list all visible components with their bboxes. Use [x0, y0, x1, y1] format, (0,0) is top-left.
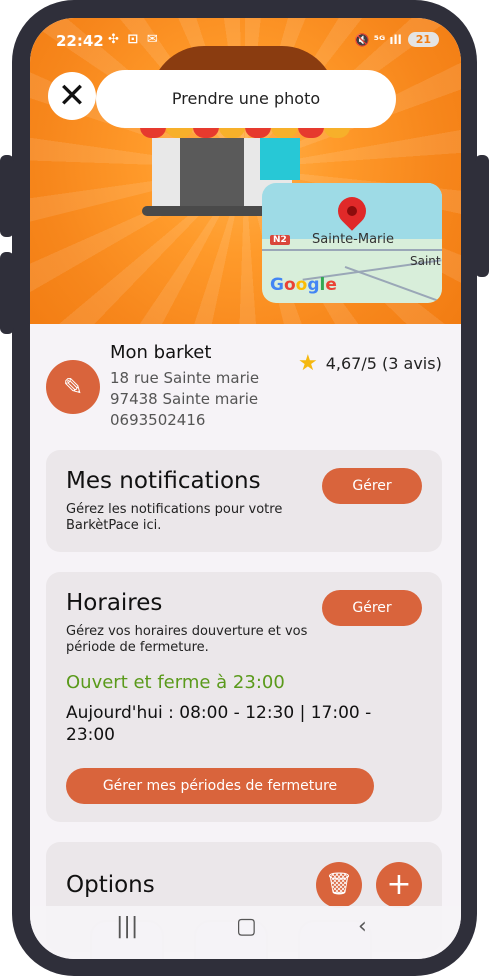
status-right: 🔇 ⁵ᴳ ıll 21 — [355, 32, 439, 47]
map-city-label: Sainte-Marie — [312, 232, 394, 247]
shop-address: 18 rue Sainte marie 97438 Sainte marie 0… — [110, 368, 259, 431]
map-preview[interactable]: N2 Sainte-Marie Saint Google — [262, 183, 442, 303]
star-icon: ★ — [298, 351, 318, 376]
hours-card: Horaires Gérez vos horaires douverture e… — [46, 572, 442, 822]
battery-icon: 21 — [407, 32, 439, 47]
today-hours: Aujourd'hui : 08:00 - 12:30 | 17:00 - 23… — [66, 703, 372, 745]
add-icon[interactable]: + — [376, 862, 422, 908]
notifications-description: Gérez les notifications pour votre Barkè… — [66, 502, 283, 533]
shop-window — [260, 138, 300, 180]
manage-notifications-button[interactable]: Gérer — [322, 468, 422, 504]
map-nearby-label: Saint — [410, 254, 441, 268]
volume-button-2 — [0, 252, 14, 334]
take-photo-button[interactable]: Prendre une photo — [96, 70, 396, 128]
open-status: Ouvert et ferme à 23:00 — [66, 672, 285, 693]
address-line-1: 18 rue Sainte marie — [110, 369, 260, 387]
road-badge: N2 — [270, 235, 290, 245]
notifications-title: Mes notifications — [66, 468, 261, 494]
shop-door — [180, 138, 244, 208]
power-button — [475, 155, 489, 277]
notification-icons: ✣ ⊡ ✉ — [108, 32, 160, 47]
edit-pencil-icon[interactable]: ✎ — [46, 360, 100, 414]
rating-text: 4,67/5 (3 avis) — [325, 354, 442, 373]
map-road-3 — [344, 265, 440, 303]
app-screen: 22:42 ✣ ⊡ ✉ 🔇 ⁵ᴳ ıll 21 Prendre une phot… — [30, 18, 461, 959]
shop-name: Mon barket — [110, 342, 212, 363]
status-bar: 22:42 ✣ ⊡ ✉ 🔇 ⁵ᴳ ıll 21 — [30, 18, 461, 64]
recent-apps-icon[interactable]: ||| — [116, 914, 138, 939]
google-logo: Google — [270, 275, 337, 295]
signal-icon: 🔇 ⁵ᴳ ıll — [354, 32, 402, 47]
notifications-card: Mes notifications Gérez les notification… — [46, 450, 442, 552]
shop-phone: 0693502416 — [110, 411, 206, 429]
close-icon[interactable]: ✕ — [48, 72, 96, 120]
status-time: 22:42 — [56, 32, 104, 50]
manage-hours-button[interactable]: Gérer — [322, 590, 422, 626]
trash-icon[interactable]: 🗑 — [316, 862, 362, 908]
shop-rating: ★ 4,67/5 (3 avis) — [298, 351, 442, 376]
volume-button — [0, 155, 14, 237]
hours-title: Horaires — [66, 590, 163, 616]
shop-hero: 22:42 ✣ ⊡ ✉ 🔇 ⁵ᴳ ıll 21 Prendre une phot… — [30, 18, 461, 324]
address-line-2: 97438 Sainte marie — [110, 390, 259, 408]
options-title: Options — [66, 872, 155, 898]
back-icon[interactable]: ‹ — [358, 914, 367, 939]
hours-description: Gérez vos horaires douverture et vos pér… — [66, 624, 308, 655]
map-road — [262, 249, 442, 251]
system-nav-bar: ||| ▢ ‹ — [30, 906, 461, 959]
home-icon[interactable]: ▢ — [236, 914, 257, 939]
closing-periods-button[interactable]: Gérer mes périodes de fermeture — [66, 768, 374, 804]
